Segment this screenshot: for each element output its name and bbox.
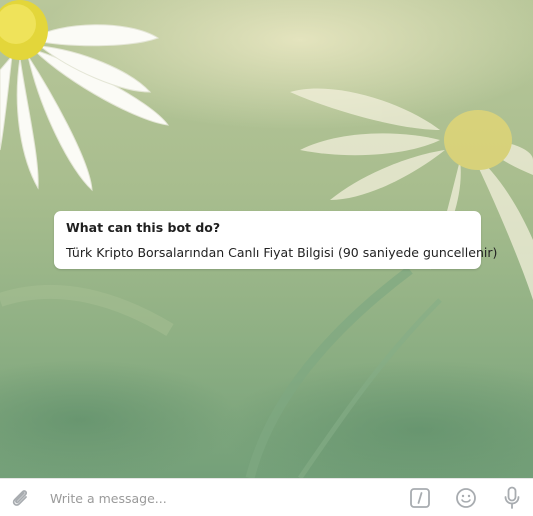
emoji-button[interactable] <box>451 479 481 516</box>
bot-commands-button[interactable] <box>405 479 435 516</box>
bot-info-title: What can this bot do? <box>66 220 221 235</box>
microphone-icon <box>504 486 520 509</box>
message-input[interactable] <box>50 487 390 509</box>
bot-info-description: Türk Kripto Borsalarından Canlı Fiyat Bi… <box>66 245 498 260</box>
voice-record-button[interactable] <box>498 479 526 516</box>
bot-info-card: What can this bot do? Türk Kripto Borsal… <box>54 211 498 269</box>
chat-window: What can this bot do? Türk Kripto Borsal… <box>0 0 533 516</box>
smile-icon <box>456 488 476 508</box>
paperclip-icon <box>12 490 28 506</box>
attach-button[interactable] <box>6 479 34 516</box>
chat-background: What can this bot do? Türk Kripto Borsal… <box>0 0 533 478</box>
bot-commands-icon <box>410 488 430 508</box>
message-composer <box>0 478 533 516</box>
